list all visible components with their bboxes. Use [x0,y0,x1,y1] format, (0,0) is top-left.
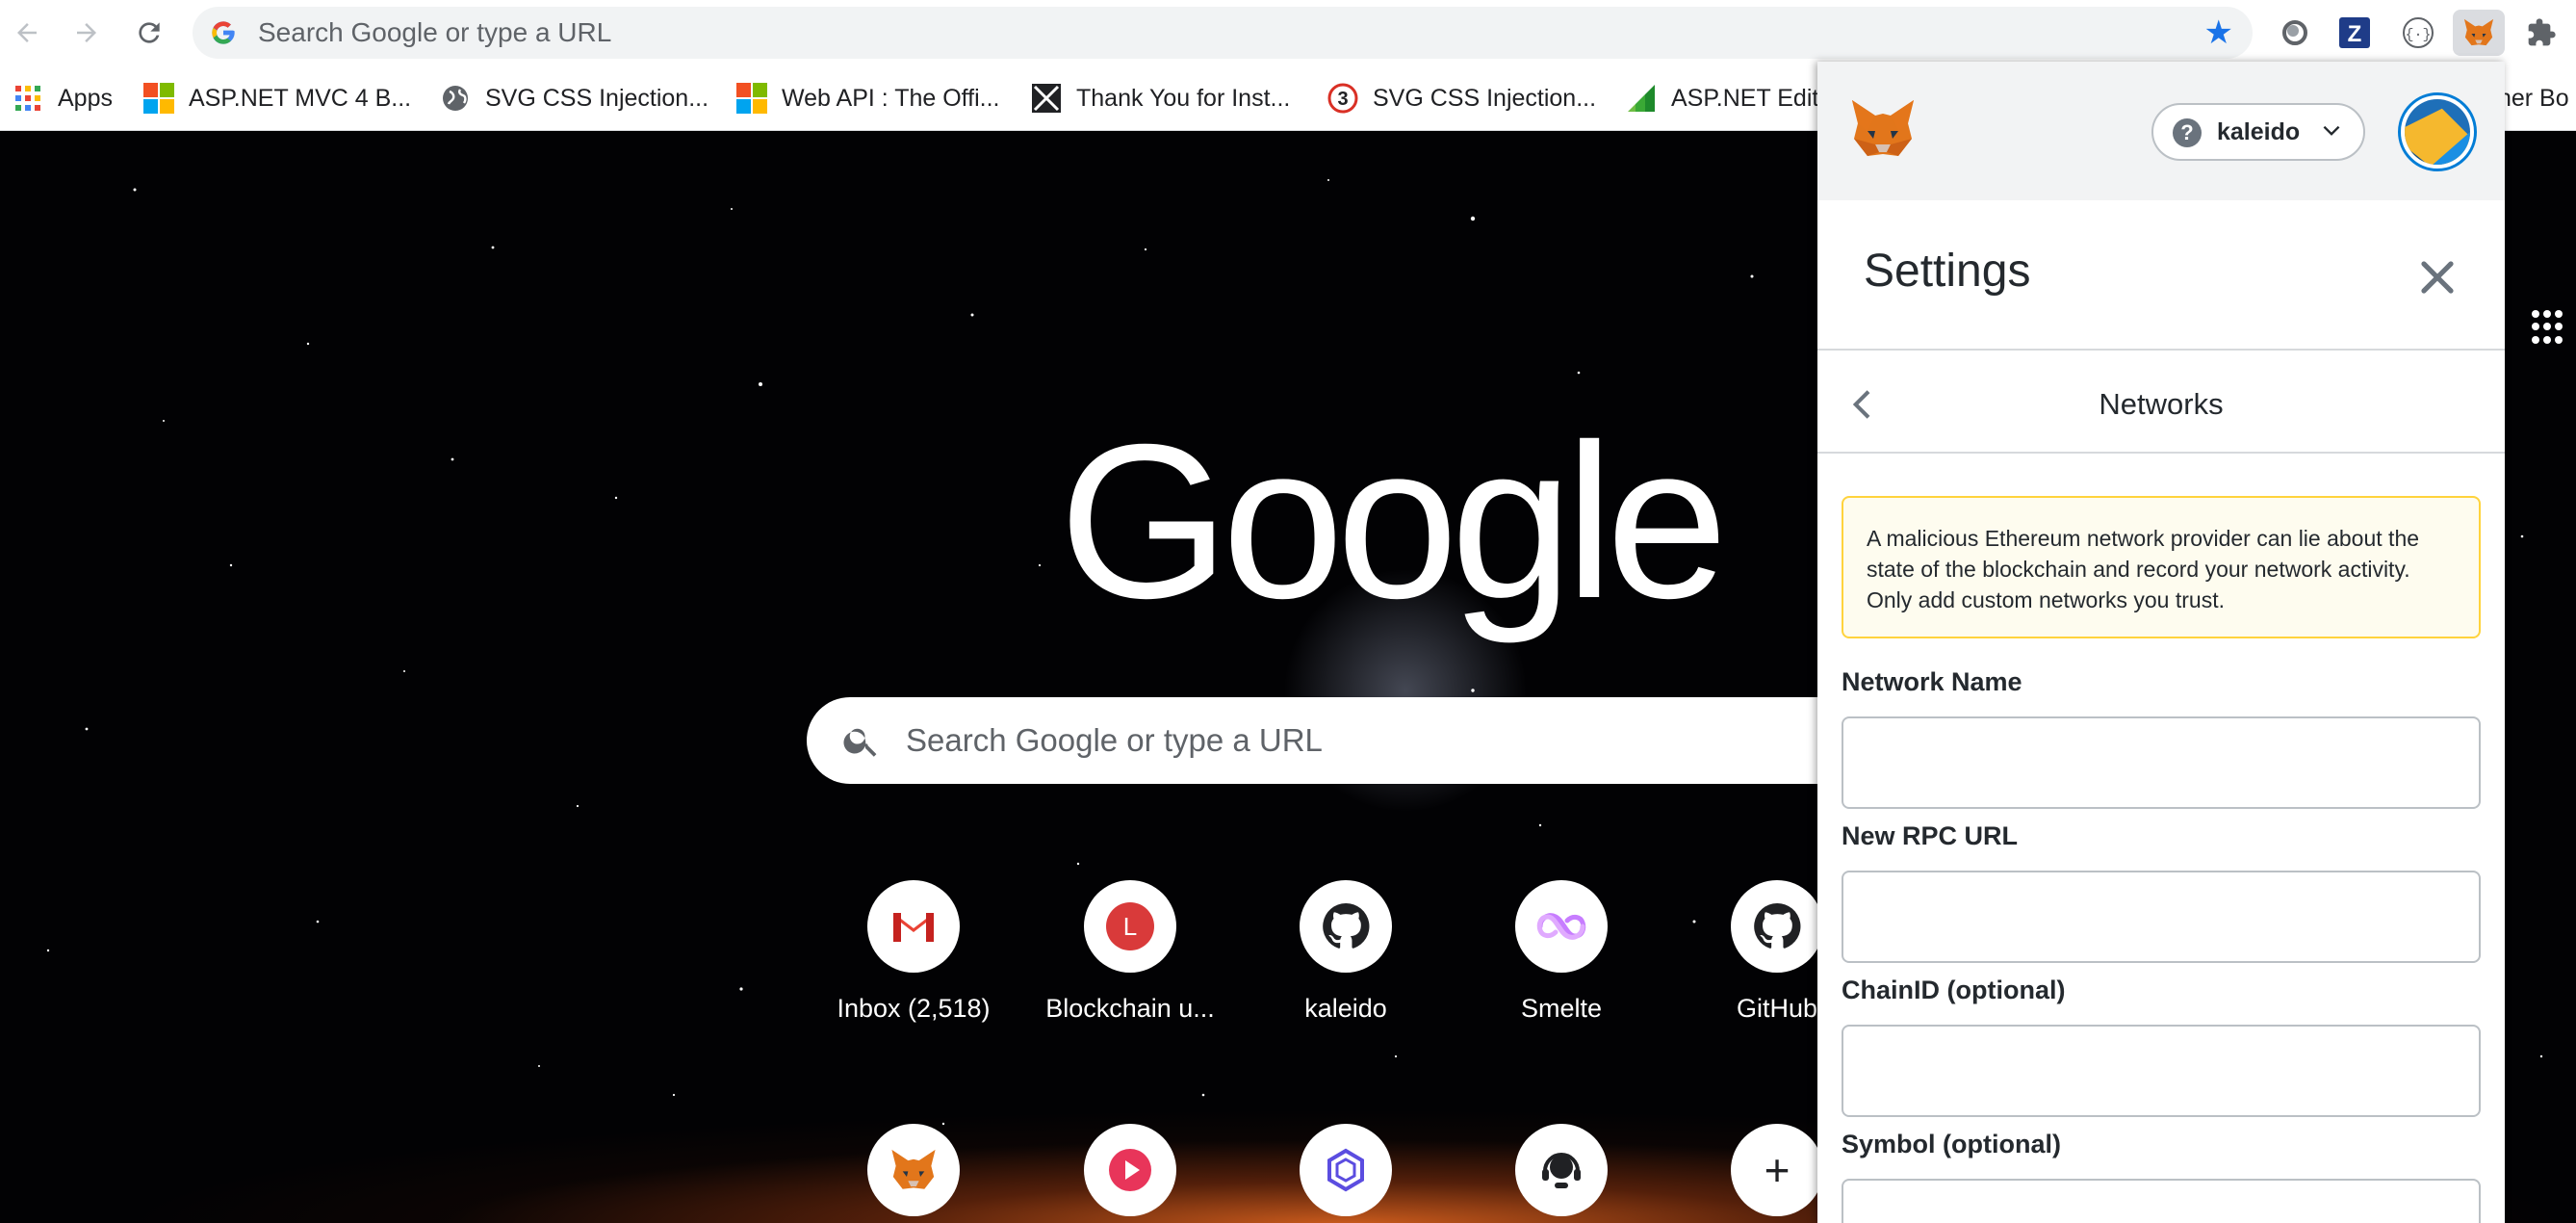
hexagon-logo-icon [1300,1124,1392,1216]
bookmark-label: ASP.NET MVC 4 B... [189,84,412,112]
gmail-icon [867,880,960,973]
close-icon[interactable] [2414,254,2460,300]
symbol-input[interactable] [1842,1179,2481,1223]
shortcut-label: Blockchain u... [1045,994,1215,1023]
circle-extension-icon [2282,20,2307,45]
microsoft-logo-icon [735,82,768,115]
help-circle-icon: ? [2173,118,2202,147]
metamask-fox-icon [867,1124,960,1216]
bookmark-label: Apps [58,84,113,112]
bookmark-svg-css-2[interactable]: 3 SVG CSS Injection... [1327,65,1596,131]
envelope-x-icon [1030,82,1063,115]
bookmark-star-icon[interactable]: ★ [2204,15,2233,50]
network-name: kaleido [2217,118,2301,145]
metamask-extension-button[interactable] [2453,10,2505,56]
shortcut-label: kaleido [1304,994,1387,1023]
symbol-label: Symbol (optional) [1842,1130,2061,1158]
shortcut-label: Inbox (2,518) [837,994,991,1023]
account-identicon [2405,99,2470,165]
chain-id-input[interactable] [1842,1025,2481,1117]
rpc-url-input[interactable] [1842,871,2481,963]
apps-grid-icon [12,82,44,115]
networks-subtitle: Networks [2099,387,2224,421]
network-selector[interactable]: ? kaleido [2151,103,2365,161]
z-extension-icon: Z [2339,17,2370,48]
google-g-icon [212,21,235,44]
metamask-fox-icon [2463,18,2494,46]
metamask-fox-icon[interactable] [1848,96,1918,162]
shortcut-smelte[interactable]: Smelte [1455,880,1667,1024]
shortcut-inbox[interactable]: Inbox (2,518) [808,880,1019,1024]
security-warning: A malicious Ethereum network provider ca… [1842,496,2481,638]
puzzle-piece-icon [2528,18,2556,46]
account-avatar[interactable] [2398,92,2477,171]
network-name-label: Network Name [1842,667,2022,696]
extension-code-button[interactable]: {·} [2397,12,2439,54]
metamask-popup: ? kaleido Settings Networks A malicious … [1817,62,2505,1223]
bookmark-aspnet-edit[interactable]: ASP.NET Edit [1625,65,1818,131]
bookmark-label: ASP.NET Edit [1671,84,1819,112]
shortcut-play[interactable] [1024,1124,1236,1216]
globe-icon [439,82,472,115]
svg-text:3: 3 [1337,89,1348,110]
reload-button[interactable] [126,10,172,56]
shortcut-label: Smelte [1520,994,1603,1023]
ntp-search-placeholder: Search Google or type a URL [906,722,1323,758]
omnibox-text: Search Google or type a URL [258,17,612,47]
microsoft-logo-icon [142,82,175,115]
settings-title: Settings [1864,246,2031,297]
bookmark-aspnet-mvc[interactable]: ASP.NET MVC 4 B... [142,65,411,131]
network-name-input[interactable] [1842,716,2481,809]
shortcut-metamask[interactable] [808,1124,1019,1216]
add-symbol: + [1764,1145,1790,1195]
shortcut-blockchain[interactable]: L Blockchain u... [1024,880,1236,1024]
github-icon [1731,880,1823,973]
letter-l-icon: L [1084,880,1176,973]
bookmark-thank-you[interactable]: Thank You for Inst... [1030,65,1290,131]
chain-id-label: ChainID (optional) [1842,976,2066,1004]
arrow-right-icon [77,23,96,42]
metamask-header: ? kaleido [1817,62,2505,200]
browser-toolbar: Search Google or type a URL ★ Z {·} [0,0,2576,65]
code-braces-icon: {·} [2403,17,2434,48]
github-icon [1300,880,1392,973]
extensions-menu-button[interactable] [2520,12,2563,54]
chevron-down-icon [2323,125,2340,136]
add-icon: + [1731,1124,1823,1216]
support-headset-icon [1515,1124,1608,1216]
omnibox[interactable]: Search Google or type a URL ★ [193,7,2253,59]
back-button[interactable] [4,10,50,56]
forward-button[interactable] [64,10,110,56]
arrow-left-icon [17,23,37,42]
ntp-search-box[interactable]: Search Google or type a URL [807,697,1866,784]
divider [1817,452,2505,454]
shortcut-support[interactable] [1455,1124,1667,1216]
svg-text:L: L [1123,912,1137,941]
bookmark-label: SVG CSS Injection... [1373,84,1597,112]
play-icon [1084,1124,1176,1216]
google-logo: Google [1059,400,1728,644]
rpc-url-label: New RPC URL [1842,821,2019,850]
search-icon [843,728,877,757]
extension-circle-button[interactable] [2274,12,2316,54]
google-apps-icon[interactable] [2532,310,2566,345]
divider [1817,349,2505,351]
green-steps-icon [1625,82,1658,115]
bookmark-svg-css-1[interactable]: SVG CSS Injection... [439,65,708,131]
shortcut-kaleido[interactable]: kaleido [1240,880,1452,1024]
bookmark-label: SVG CSS Injection... [485,84,709,112]
reload-icon [139,22,160,43]
bookmark-label: Thank You for Inst... [1076,84,1291,112]
svg-text:{·}: {·} [2405,27,2431,43]
bookmark-apps[interactable]: Apps [12,65,113,131]
extension-z-button[interactable]: Z [2333,12,2376,54]
shortcut-hexagon[interactable] [1240,1124,1452,1216]
bookmark-web-api[interactable]: Web API : The Offi... [735,65,1000,131]
bookmark-label: Web API : The Offi... [782,84,1000,112]
svg-text:Z: Z [2348,21,2362,47]
number-three-badge-icon: 3 [1327,82,1359,115]
smelte-icon [1515,880,1608,973]
